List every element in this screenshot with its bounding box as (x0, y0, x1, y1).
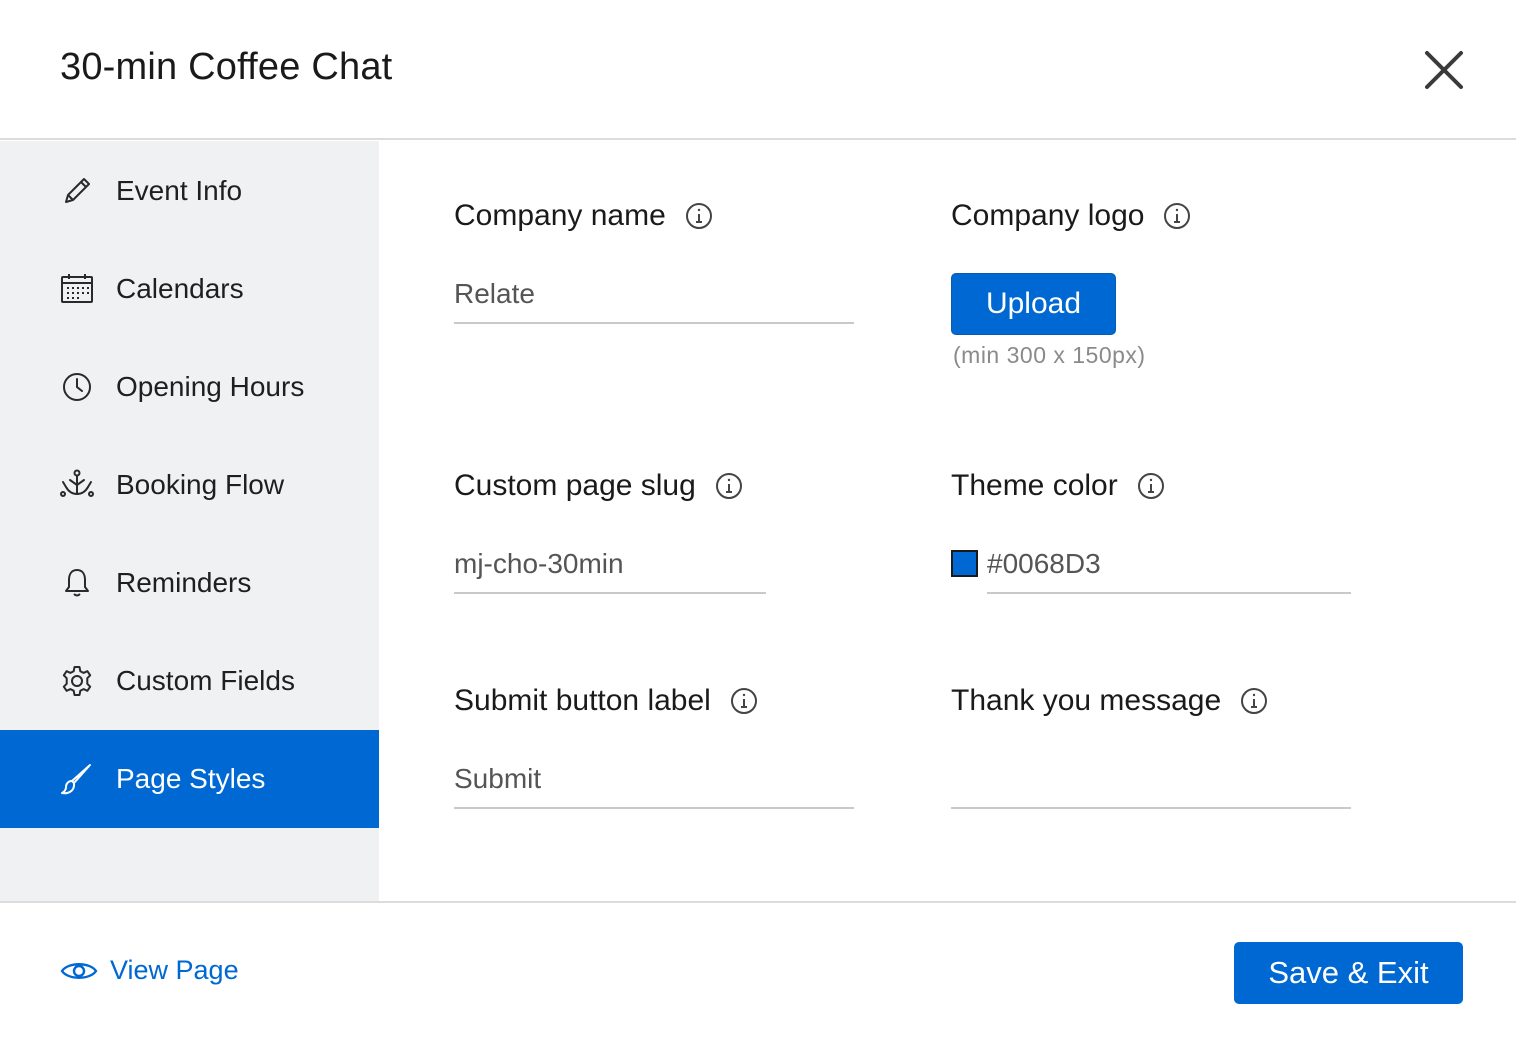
sidebar-item-reminders[interactable]: Reminders (0, 534, 379, 632)
company-logo-label-text: Company logo (951, 199, 1145, 232)
clock-icon (60, 370, 94, 404)
sidebar-item-label: Event Info (116, 175, 243, 206)
sidebar-item-label: Page Styles (116, 763, 266, 794)
info-icon[interactable] (729, 686, 759, 716)
company-name-label-text: Company name (454, 199, 666, 232)
sidebar-item-opening-hours[interactable]: Opening Hours (0, 338, 379, 436)
logo-size-hint: (min 300 x 150px) (953, 342, 1146, 368)
thank-you-label: Thank you message (951, 681, 1269, 721)
view-page-link[interactable]: View Page (60, 955, 239, 986)
theme-color-input[interactable] (987, 546, 1351, 594)
info-icon[interactable] (684, 201, 714, 231)
sidebar-item-label: Booking Flow (116, 469, 285, 500)
thank-you-label-text: Thank you message (951, 684, 1222, 717)
upload-logo-button[interactable]: Upload (951, 273, 1116, 335)
sidebar-item-label: Reminders (116, 567, 252, 598)
settings-sidebar: Event Info Calendars Opening Hours Booki… (0, 141, 379, 901)
theme-color-label-text: Theme color (951, 469, 1118, 502)
dialog-title: 30-min Coffee Chat (60, 46, 393, 88)
submit-label-input[interactable] (454, 761, 854, 809)
sidebar-item-label: Opening Hours (116, 371, 305, 402)
pencil-icon (60, 174, 94, 208)
custom-slug-label-text: Custom page slug (454, 469, 696, 502)
submit-label-label: Submit button label (454, 681, 759, 721)
gear-icon (60, 664, 94, 698)
info-icon[interactable] (714, 471, 744, 501)
calendar-icon (60, 272, 94, 306)
bell-icon (60, 566, 94, 600)
sidebar-item-event-info[interactable]: Event Info (0, 142, 379, 240)
sidebar-item-calendars[interactable]: Calendars (0, 240, 379, 338)
flow-icon (60, 468, 94, 502)
color-swatch[interactable] (951, 550, 978, 577)
footer-divider (0, 901, 1516, 903)
company-logo-label: Company logo (951, 196, 1192, 236)
sidebar-item-label: Calendars (116, 273, 244, 304)
brush-icon (60, 762, 94, 796)
thank-you-input[interactable] (951, 761, 1351, 809)
theme-color-label: Theme color (951, 466, 1166, 506)
custom-slug-label: Custom page slug (454, 466, 744, 506)
info-icon[interactable] (1136, 471, 1166, 501)
close-icon (1425, 51, 1463, 89)
close-button[interactable] (1420, 46, 1468, 94)
save-exit-button[interactable]: Save & Exit (1234, 942, 1463, 1004)
sidebar-item-page-styles[interactable]: Page Styles (0, 730, 379, 828)
info-icon[interactable] (1239, 686, 1269, 716)
sidebar-item-label: Custom Fields (116, 665, 295, 696)
info-icon[interactable] (1162, 201, 1192, 231)
submit-label-label-text: Submit button label (454, 684, 711, 717)
custom-slug-input[interactable] (454, 546, 766, 594)
company-name-label: Company name (454, 196, 714, 236)
sidebar-item-custom-fields[interactable]: Custom Fields (0, 632, 379, 730)
sidebar-item-booking-flow[interactable]: Booking Flow (0, 436, 379, 534)
company-name-input[interactable] (454, 276, 854, 324)
view-page-label: View Page (110, 955, 239, 985)
dialog-header: 30-min Coffee Chat (0, 0, 1516, 140)
eye-icon (60, 962, 98, 979)
